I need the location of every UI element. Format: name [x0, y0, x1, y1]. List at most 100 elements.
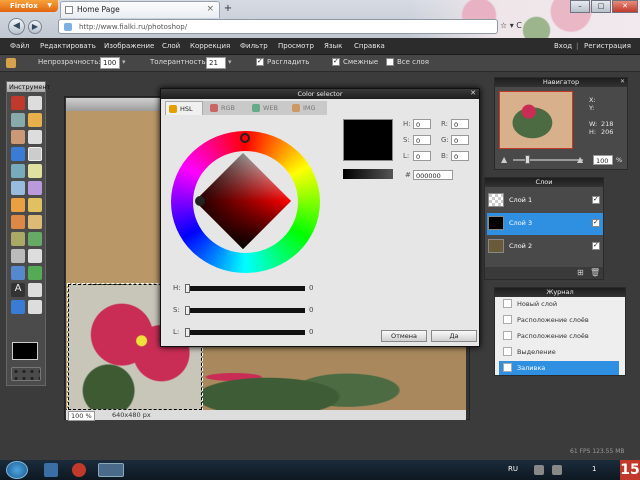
bucket-tool-icon[interactable] [28, 147, 42, 161]
pinch-tool-icon[interactable] [28, 266, 42, 280]
menu-adjustments[interactable]: Коррекция [190, 42, 230, 50]
tab-img[interactable]: IMG [289, 101, 327, 115]
field-h-input[interactable]: 0 [413, 119, 431, 129]
close-window-icon[interactable]: ✕ [612, 0, 638, 13]
history-item[interactable]: Расположение слоёв [499, 313, 619, 327]
slider-l-thumb[interactable] [185, 328, 190, 337]
menu-filter[interactable]: Фильтр [240, 42, 268, 50]
red-eye-tool-icon[interactable] [11, 249, 25, 263]
eraser-tool-icon[interactable] [28, 164, 42, 178]
antialias-checkbox[interactable] [256, 57, 264, 66]
replace-color-tool-icon[interactable] [28, 181, 42, 195]
site-identity-icon[interactable] [64, 23, 72, 31]
tolerance-input[interactable]: 21 [206, 57, 226, 69]
slider-l-track[interactable] [187, 330, 305, 335]
navigator-close-icon[interactable]: ✕ [620, 78, 625, 85]
dodge-tool-icon[interactable] [28, 232, 42, 246]
history-item[interactable]: Расположение слоёв [499, 329, 619, 343]
field-s-input[interactable]: 0 [413, 135, 431, 145]
system-clock[interactable]: 1 [592, 465, 596, 473]
layer-visibility-checkbox[interactable] [592, 195, 600, 204]
pencil-tool-icon[interactable] [28, 130, 42, 144]
back-button[interactable]: ◀ [8, 18, 25, 35]
volume-icon[interactable] [552, 465, 562, 475]
foreground-color-swatch[interactable] [12, 342, 38, 360]
forward-button[interactable]: ▶ [28, 20, 42, 34]
tolerance-dropdown-icon[interactable]: ▾ [228, 58, 232, 66]
address-bar[interactable]: http://www.fialki.ru/photoshop/ [58, 19, 498, 34]
hue-wheel[interactable] [171, 131, 320, 273]
slider-h-thumb[interactable] [185, 284, 190, 293]
opera-icon[interactable] [72, 463, 86, 477]
canvas-zoom-input[interactable]: 100 % [68, 411, 95, 421]
slider-s-track[interactable] [187, 308, 305, 313]
register-link[interactable]: Регистрация [584, 42, 631, 50]
menu-file[interactable]: Файл [10, 42, 29, 50]
layer-row[interactable]: Слой 2 [487, 236, 603, 258]
move-tool-icon[interactable] [28, 96, 42, 110]
language-indicator[interactable]: RU [508, 465, 518, 473]
navigator-zoom-input[interactable]: 100 [593, 155, 613, 165]
field-b-input[interactable]: 0 [451, 151, 469, 161]
drawing-tool-icon[interactable] [11, 198, 25, 212]
menu-layer[interactable]: Слой [162, 42, 180, 50]
field-l-input[interactable]: 0 [413, 151, 431, 161]
network-icon[interactable] [534, 465, 544, 475]
slider-s-thumb[interactable] [185, 306, 190, 315]
menu-language[interactable]: Язык [324, 42, 342, 50]
layer-visibility-checkbox[interactable] [592, 241, 600, 250]
slider-h-track[interactable] [187, 286, 305, 291]
crop-tool-icon[interactable] [11, 96, 25, 110]
zoom-tool-icon[interactable] [28, 300, 42, 314]
opacity-dropdown-icon[interactable]: ▾ [122, 58, 126, 66]
new-layer-icon[interactable]: ⊞ [577, 268, 584, 277]
login-link[interactable]: Вход [554, 42, 572, 50]
windows-start-icon[interactable] [6, 461, 28, 479]
bookmark-star-icon[interactable]: ☆ ▾ C [500, 21, 522, 30]
zoom-out-icon[interactable]: ▲ [501, 155, 507, 164]
browser-tab[interactable]: Home Page × [60, 1, 220, 18]
lasso-tool-icon[interactable] [28, 113, 42, 127]
delete-layer-icon[interactable]: 🗑 [590, 268, 600, 277]
hex-input[interactable]: 000000 [413, 170, 453, 180]
layer-row-selected[interactable]: Слой 3 [487, 213, 603, 235]
navigator-zoom-track[interactable] [513, 159, 583, 161]
contiguous-checkbox[interactable] [332, 57, 340, 66]
minimize-icon[interactable]: – [570, 0, 590, 13]
firefox-taskbar-icon[interactable] [98, 463, 124, 477]
magic-wand-tool-icon[interactable] [11, 130, 25, 144]
layer-visibility-checkbox[interactable] [592, 218, 600, 227]
maximize-icon[interactable]: □ [591, 0, 611, 13]
firefox-menu-button[interactable]: Firefox ▼ [0, 0, 58, 12]
zoom-in-icon[interactable]: ▲ [577, 155, 583, 164]
marquee-tool-icon[interactable] [11, 113, 25, 127]
menu-help[interactable]: Справка [354, 42, 385, 50]
smudge-tool-icon[interactable] [28, 215, 42, 229]
layer-row[interactable]: Слой 1 [487, 190, 603, 212]
history-item[interactable]: Новый слой [499, 297, 619, 311]
all-layers-checkbox[interactable] [386, 58, 394, 66]
clone-tool-icon[interactable] [11, 181, 25, 195]
cancel-button[interactable]: Отмена [381, 330, 427, 342]
history-item-selected[interactable]: Заливка [499, 361, 619, 375]
menu-view[interactable]: Просмотр [278, 42, 314, 50]
color-palette-icon[interactable] [11, 367, 41, 381]
menu-image[interactable]: Изображение [104, 42, 154, 50]
blur-tool-icon[interactable] [28, 198, 42, 212]
field-g-input[interactable]: 0 [451, 135, 469, 145]
new-tab-button[interactable]: + [222, 3, 234, 15]
sponge-tool-icon[interactable] [11, 232, 25, 246]
hand-tool-icon[interactable] [28, 283, 42, 297]
ok-button[interactable]: Да [431, 330, 477, 342]
color-history-strip[interactable] [343, 169, 393, 179]
color-picker-tool-icon[interactable] [11, 300, 25, 314]
spot-heal-tool-icon[interactable] [28, 249, 42, 263]
navigator-thumbnail[interactable] [499, 91, 573, 149]
tab-rgb[interactable]: RGB [207, 101, 245, 115]
save-icon[interactable] [44, 463, 58, 477]
hue-handle[interactable] [240, 133, 250, 143]
bloat-tool-icon[interactable] [11, 266, 25, 280]
brush-tool-icon[interactable] [11, 147, 25, 161]
opacity-input[interactable]: 100 [100, 57, 120, 69]
navigator-zoom-thumb[interactable] [525, 155, 530, 164]
